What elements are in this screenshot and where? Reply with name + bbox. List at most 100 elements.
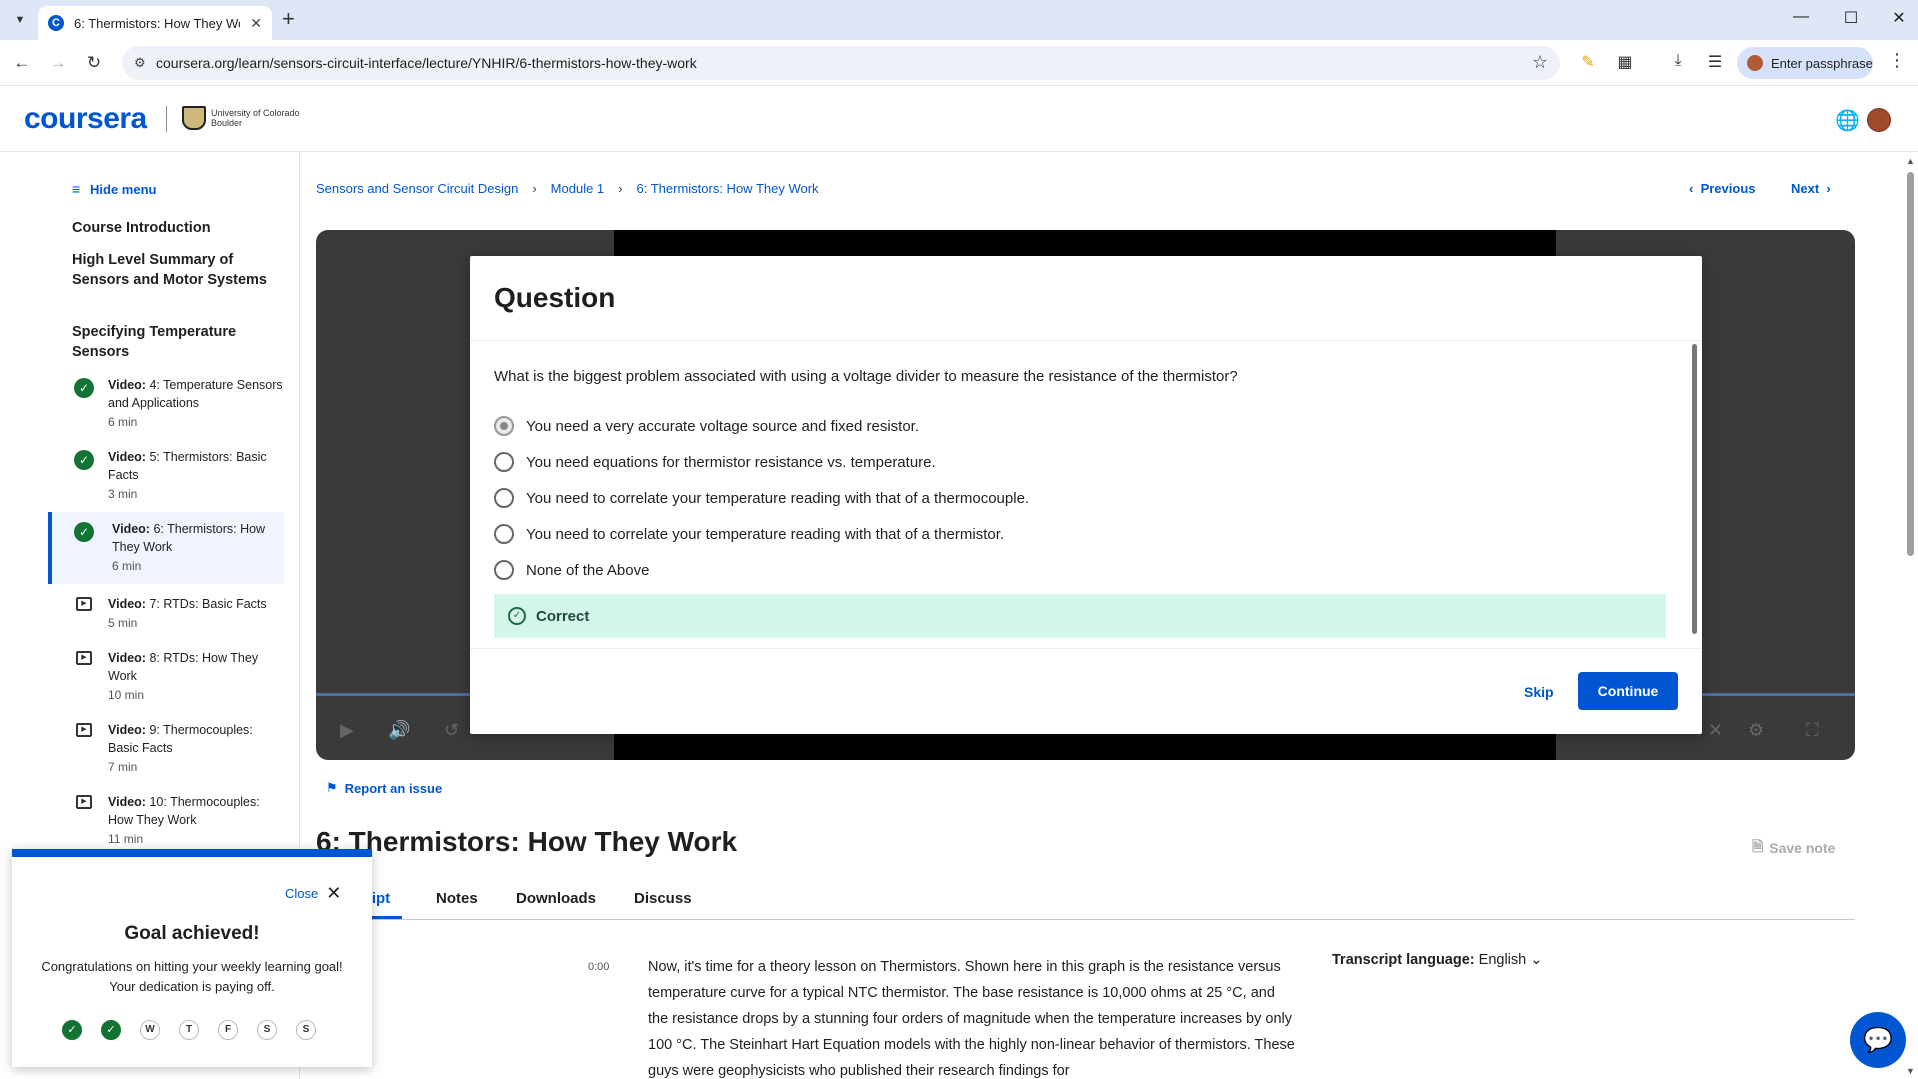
language-globe-icon[interactable]: 🌐	[1835, 108, 1860, 133]
option-label: You need equations for thermistor resist…	[526, 453, 936, 471]
previous-button[interactable]: ‹ Previous	[1689, 181, 1756, 196]
lecture-tabs: ript Notes Downloads Discuss	[316, 880, 1855, 920]
continue-button[interactable]: Continue	[1578, 672, 1678, 710]
settings-gear-icon[interactable]: ⚙	[1748, 720, 1764, 741]
address-bar[interactable]: ⚙ coursera.org/learn/sensors-circuit-int…	[122, 46, 1560, 80]
site-header: coursera University of Colorado Boulder …	[0, 86, 1918, 152]
scroll-down-arrow-icon[interactable]: ▼	[1906, 1066, 1915, 1076]
sidebar-lesson[interactable]: ▶ Video: 9: Thermocouples: Basic Facts 7…	[48, 719, 284, 774]
skip-button[interactable]: Skip	[1510, 674, 1568, 710]
sidebar-lesson[interactable]: ✓ Video: 4: Temperature Sensors and Appl…	[48, 374, 284, 429]
browser-toolbar: ← → ↻ ⚙ coursera.org/learn/sensors-circu…	[0, 40, 1918, 86]
user-avatar[interactable]	[1867, 108, 1891, 132]
site-info-icon[interactable]: ⚙	[134, 55, 146, 71]
rewind-icon[interactable]: ↺	[444, 720, 459, 741]
breadcrumb-course[interactable]: Sensors and Sensor Circuit Design	[316, 181, 518, 196]
quiz-option[interactable]: You need to correlate your temperature r…	[494, 524, 1004, 544]
video-play-icon: ▶	[76, 651, 92, 665]
sidebar-lesson[interactable]: ▶ Video: 7: RTDs: Basic Facts 5 min	[48, 593, 284, 630]
partner-logo: University of Colorado Boulder	[182, 106, 311, 130]
sidebar-section-course-introduction[interactable]: Course Introduction	[72, 218, 272, 238]
sidebar-section-high-level-summary[interactable]: High Level Summary of Sensors and Motor …	[72, 250, 272, 290]
browser-menu-icon[interactable]: ⋮	[1888, 50, 1906, 71]
sidebar-lesson-active[interactable]: ✓ Video: 6: Thermistors: How They Work 6…	[48, 512, 284, 584]
coursera-logo[interactable]: coursera	[24, 102, 147, 136]
chevron-right-icon: ›	[1826, 181, 1831, 196]
radio-button-selected[interactable]	[494, 416, 514, 436]
transcript-language-select[interactable]: Transcript language: English ⌄	[1332, 952, 1542, 968]
lesson-duration: 7 min	[108, 760, 138, 774]
quiz-option[interactable]: None of the Above	[494, 560, 649, 580]
quiz-modal: Question What is the biggest problem ass…	[470, 256, 1702, 734]
save-note-button[interactable]: 🗎 Save note	[1752, 836, 1835, 860]
sidebar-lesson[interactable]: ✓ Video: 5: Thermistors: Basic Facts 3 m…	[48, 446, 284, 501]
hide-menu-button[interactable]: ≡ Hide menu	[72, 181, 156, 197]
radio-button[interactable]	[494, 488, 514, 508]
tab-discuss[interactable]: Discuss	[634, 890, 692, 907]
download-icon[interactable]: ⤓	[1667, 52, 1689, 70]
quiz-option[interactable]: You need to correlate your temperature r…	[494, 488, 1029, 508]
close-tab-icon[interactable]: ✕	[250, 15, 262, 32]
minimize-icon[interactable]: —	[1786, 8, 1816, 26]
tab-downloads[interactable]: Downloads	[516, 890, 596, 907]
radio-button[interactable]	[494, 452, 514, 472]
transcript-text[interactable]: Now, it's time for a theory lesson on Th…	[648, 954, 1298, 1079]
close-popup-button[interactable]: Close ✕	[285, 883, 341, 904]
fullscreen-icon[interactable]: ⛶	[1806, 720, 1819, 741]
browser-tab[interactable]: C 6: Thermistors: How They Work ✕	[38, 6, 272, 40]
page-scrollbar-thumb[interactable]	[1907, 172, 1914, 556]
breadcrumb-module[interactable]: Module 1	[551, 181, 604, 196]
option-label: You need to correlate your temperature r…	[526, 525, 1005, 543]
quiz-option[interactable]: You need equations for thermistor resist…	[494, 452, 936, 472]
hide-menu-label: Hide menu	[90, 181, 157, 197]
sidebar-lesson[interactable]: ▶ Video: 10: Thermocouples: How They Wor…	[48, 791, 284, 846]
chat-support-button[interactable]: 💬	[1850, 1012, 1906, 1068]
lesson-duration: 11 min	[108, 832, 144, 846]
lesson-duration: 10 min	[108, 688, 145, 702]
volume-icon[interactable]: 🔊	[388, 720, 410, 741]
sidebar-section-specifying-temperature-sensors[interactable]: Specifying Temperature Sensors	[72, 322, 272, 362]
play-icon[interactable]: ▶	[340, 720, 354, 741]
breadcrumb-lecture[interactable]: 6: Thermistors: How They Work	[637, 181, 819, 196]
profile-chip[interactable]: Enter passphrase	[1737, 47, 1873, 79]
day-completed-check-icon: ✓	[62, 1020, 82, 1040]
extensions-puzzle-icon[interactable]: ▦	[1614, 52, 1636, 72]
next-button[interactable]: Next ›	[1791, 181, 1831, 196]
completed-check-icon: ✓	[74, 522, 94, 542]
feedback-label: Correct	[536, 607, 590, 625]
tab-list-chevron-icon[interactable]: ▼	[8, 8, 32, 32]
highlighter-extension-icon[interactable]: ✎	[1577, 52, 1599, 72]
radio-button[interactable]	[494, 524, 514, 544]
chevron-left-icon: ‹	[1689, 181, 1694, 196]
modal-scrollbar[interactable]	[1692, 344, 1697, 634]
forward-arrow-icon[interactable]: →	[46, 51, 70, 75]
bookmark-star-icon[interactable]: ☆	[1532, 52, 1548, 73]
goal-achieved-popup: Close ✕ Goal achieved! Congratulations o…	[12, 849, 372, 1067]
radio-button[interactable]	[494, 560, 514, 580]
note-icon: 🗎	[1752, 838, 1764, 854]
url-text[interactable]: coursera.org/learn/sensors-circuit-inter…	[156, 55, 697, 71]
reload-icon[interactable]: ↻	[82, 51, 106, 75]
divider	[470, 648, 1702, 649]
lesson-duration: 3 min	[108, 487, 138, 501]
transcript-timestamp[interactable]: 0:00	[588, 961, 609, 973]
lesson-name: Video: 9: Thermocouples: Basic Facts	[108, 723, 253, 755]
tab-notes[interactable]: Notes	[436, 890, 478, 907]
logo-divider	[166, 106, 167, 132]
lesson-name: Video: 8: RTDs: How They Work	[108, 651, 259, 683]
next-label: Next	[1791, 181, 1820, 196]
scroll-up-arrow-icon[interactable]: ▲	[1906, 156, 1915, 166]
option-label: None of the Above	[526, 561, 650, 579]
new-tab-plus-icon[interactable]: +	[282, 8, 295, 30]
lesson-duration: 6 min	[108, 415, 138, 429]
report-issue-link[interactable]: ⚑ Report an issue	[326, 780, 442, 796]
back-arrow-icon[interactable]: ←	[10, 51, 34, 75]
day-indicator: W	[140, 1020, 160, 1040]
sidebar-lesson[interactable]: ▶ Video: 8: RTDs: How They Work 10 min	[48, 647, 284, 702]
quiz-option[interactable]: You need a very accurate voltage source …	[494, 416, 919, 436]
completed-check-icon: ✓	[74, 450, 94, 470]
media-queue-icon[interactable]: ☰	[1704, 52, 1726, 72]
maximize-icon[interactable]: ☐	[1836, 8, 1866, 28]
cc-icon[interactable]: ✕	[1708, 720, 1723, 741]
window-close-icon[interactable]: ✕	[1884, 8, 1914, 28]
